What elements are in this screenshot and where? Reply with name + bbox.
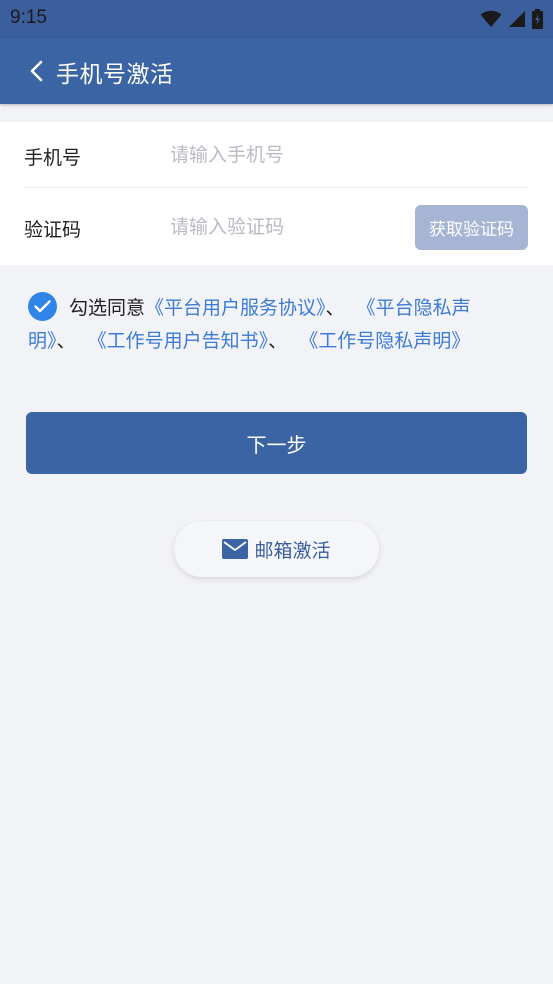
code-input[interactable]	[170, 212, 400, 242]
status-bar: 9:15	[0, 0, 553, 38]
wifi-icon	[480, 10, 502, 27]
phone-input[interactable]	[170, 140, 510, 170]
chevron-left-icon	[30, 60, 43, 82]
agreement-separator: 、	[325, 297, 345, 319]
next-button[interactable]: 下一步	[26, 412, 527, 474]
agreement-separator: 、	[268, 330, 288, 352]
signal-icon	[509, 11, 525, 27]
code-label: 验证码	[24, 219, 82, 241]
back-button[interactable]	[22, 56, 52, 86]
app-bar: 手机号激活	[0, 38, 553, 104]
activation-form: 手机号 验证码 获取验证码	[0, 122, 553, 265]
page-title: 手机号激活	[56, 62, 174, 88]
checkmark-icon	[34, 300, 51, 313]
agreement-checkbox[interactable]	[28, 292, 57, 321]
row-divider	[24, 187, 528, 188]
phone-label: 手机号	[24, 147, 82, 169]
get-code-button[interactable]: 获取验证码	[415, 205, 528, 250]
email-activation-label: 邮箱激活	[254, 539, 331, 562]
status-icons	[480, 9, 543, 29]
link-service-agreement[interactable]: 《平台用户服务协议》	[145, 297, 326, 319]
email-activation-button[interactable]: 邮箱激活	[174, 521, 379, 577]
battery-icon	[532, 9, 543, 29]
link-work-privacy-statement[interactable]: 《工作号隐私声明》	[299, 330, 470, 352]
agreement-prefix: 勾选同意	[69, 297, 146, 319]
agreement-separator: 、	[56, 330, 76, 352]
status-time: 9:15	[10, 7, 47, 28]
phone-row: 手机号	[0, 122, 553, 188]
mail-icon	[222, 539, 249, 559]
link-user-notice[interactable]: 《工作号用户告知书》	[88, 330, 269, 352]
agreement-block: 勾选同意《平台用户服务协议》、 《平台隐私声明》、 《工作号用户告知书》、 《工…	[28, 292, 528, 358]
code-row: 验证码 获取验证码	[0, 190, 553, 265]
